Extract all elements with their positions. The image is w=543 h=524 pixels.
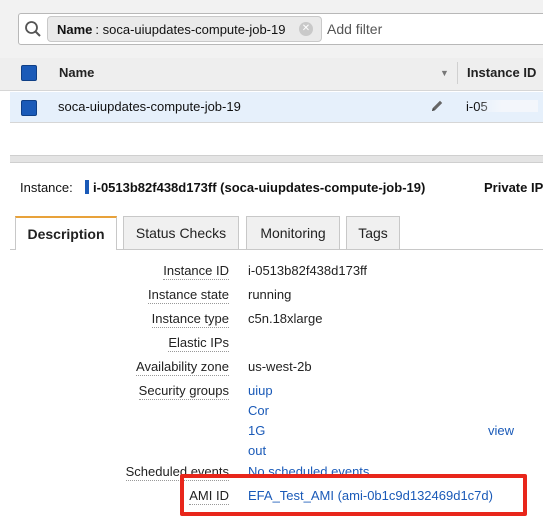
- field-label-instance-type: Instance type: [151, 311, 229, 328]
- security-group-link-2[interactable]: Cor: [248, 403, 269, 418]
- row-checkbox[interactable]: [21, 100, 37, 116]
- filter-chip-key: Name: [57, 21, 93, 37]
- private-ip-label: Private IP: [484, 180, 543, 195]
- field-label-elastic-ips: Elastic IPs: [168, 335, 229, 352]
- field-value-instance-state: running: [248, 287, 292, 302]
- filter-chip[interactable]: Name : soca-uiupdates-compute-job-19: [47, 16, 322, 42]
- field-label-instance-id: Instance ID: [163, 263, 229, 280]
- view-rules-link[interactable]: view: [488, 423, 514, 438]
- instance-color-marker: [85, 180, 89, 194]
- security-group-link-1[interactable]: uiup: [248, 383, 273, 398]
- field-value-instance-id: i-0513b82f438d173ff: [248, 263, 368, 278]
- tab-status-checks[interactable]: Status Checks: [123, 216, 239, 249]
- pencil-icon[interactable]: [429, 98, 445, 114]
- chevron-down-icon[interactable]: ▼: [440, 68, 449, 78]
- instance-label: Instance:: [20, 180, 73, 195]
- field-label-availability-zone: Availability zone: [136, 359, 229, 376]
- field-label-security-groups: Security groups: [138, 383, 229, 400]
- column-header-instance-id[interactable]: Instance ID: [467, 65, 536, 80]
- highlight-annotation-box: [180, 474, 527, 516]
- tab-monitoring[interactable]: Monitoring: [246, 216, 340, 249]
- field-value-availability-zone: us-west-2b: [248, 359, 312, 374]
- redaction-blur: [478, 100, 538, 112]
- filter-chip-value: : soca-uiupdates-compute-job-19: [95, 21, 286, 37]
- field-value-instance-type: c5n.18xlarge: [248, 311, 323, 326]
- tab-description[interactable]: Description: [15, 216, 117, 250]
- tab-tags[interactable]: Tags: [346, 216, 400, 249]
- column-divider[interactable]: [457, 62, 458, 84]
- row-name: soca-uiupdates-compute-job-19: [58, 99, 241, 114]
- pane-resize-handle[interactable]: [10, 155, 543, 163]
- search-icon: [25, 21, 41, 37]
- add-filter-input[interactable]: Add filter: [327, 21, 382, 37]
- close-icon[interactable]: ✕: [299, 22, 313, 36]
- select-all-checkbox[interactable]: [21, 65, 37, 81]
- column-header-name[interactable]: Name: [59, 65, 94, 80]
- field-label-instance-state: Instance state: [148, 287, 229, 304]
- security-group-link-3[interactable]: 1G: [248, 423, 265, 438]
- instance-title: i-0513b82f438d173ff (soca-uiupdates-comp…: [93, 180, 426, 195]
- security-group-link-4[interactable]: out: [248, 443, 266, 458]
